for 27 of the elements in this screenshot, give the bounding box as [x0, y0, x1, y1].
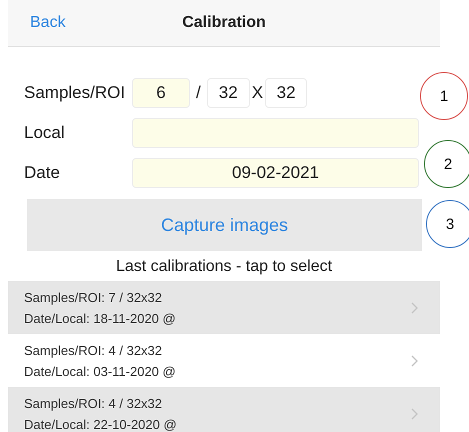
samples-text: Samples/ROI: 4 / 32x32	[24, 342, 164, 358]
date-label: Date	[24, 163, 61, 183]
back-button[interactable]: Back	[30, 14, 66, 32]
calibration-item[interactable]: Samples/ROI: 4 / 32x32 Date/Local: 03-11-2020 @	[8, 334, 440, 387]
step-marker: 2	[424, 140, 469, 188]
height-field[interactable]: 32	[265, 78, 308, 108]
samples-field[interactable]: 6	[132, 78, 190, 108]
slash-label: /	[196, 83, 201, 103]
samples-text: Samples/ROI: 4 / 32x32	[24, 396, 164, 410]
screen-title: Calibration	[182, 14, 266, 31]
samples-text: Samples/ROI: 7 / 32x32	[24, 290, 164, 304]
calibration-item[interactable]: Samples/ROI: 7 / 32x32 Date/Local: 18-11-2020 @	[8, 281, 440, 334]
calibration-item[interactable]: Samples/ROI: 4 / 32x32 Date/Local: 22-10-2020 @	[8, 387, 440, 432]
list-header: Last calibrations - tap to select	[116, 258, 332, 275]
samples-label: Samples/ROI	[24, 83, 126, 103]
step-marker: 1	[420, 72, 468, 120]
times-label: X	[252, 83, 264, 103]
date-text: Date/Local: 22-10-2020 @	[24, 416, 178, 432]
chevron-icon	[411, 302, 418, 314]
date-text: Date/Local: 03-11-2020 @	[24, 364, 177, 378]
step-marker: 3	[426, 200, 469, 248]
date-field[interactable]: 09-02-2021	[132, 158, 419, 188]
chevron-icon	[411, 408, 418, 420]
width-field[interactable]: 32	[206, 78, 250, 108]
date-text: Date/Local: 18-11-2020 @	[24, 310, 177, 326]
chevron-icon	[411, 354, 418, 366]
local-label: Local	[24, 123, 66, 143]
